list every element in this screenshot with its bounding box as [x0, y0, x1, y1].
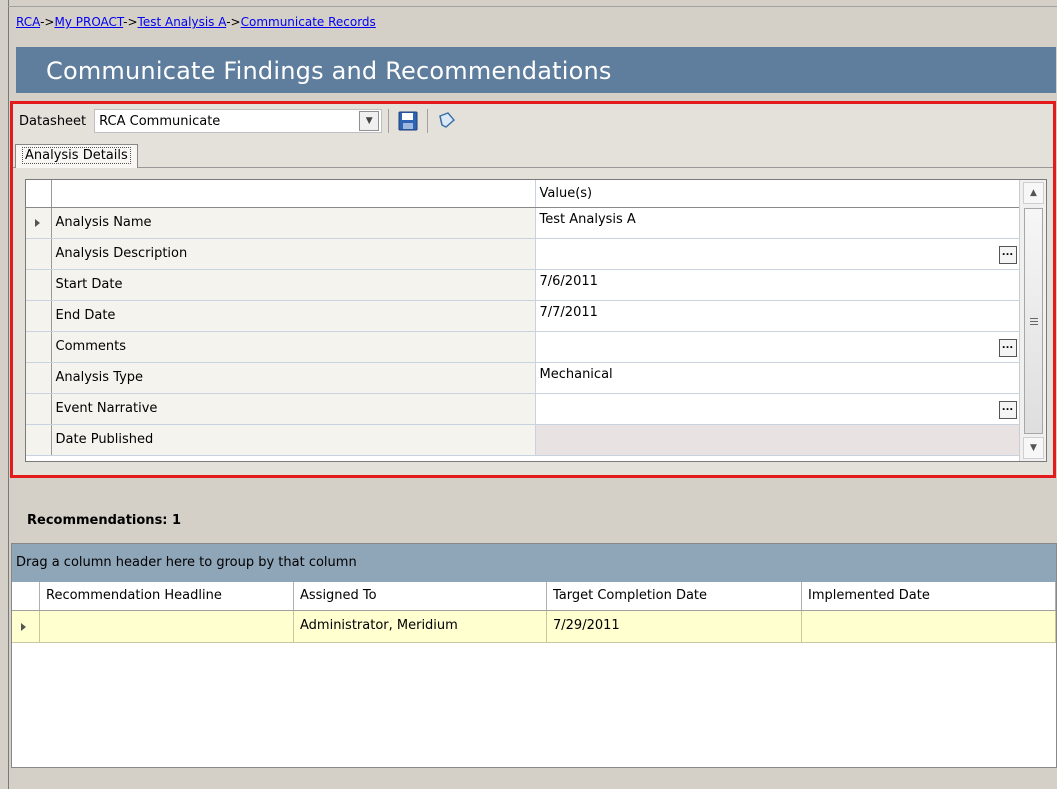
- table-row[interactable]: Administrator, Meridium 7/29/2011: [12, 611, 1056, 643]
- row-selector[interactable]: [12, 611, 40, 642]
- breadcrumb-separator: ->: [226, 15, 241, 29]
- row-selector-header: [12, 582, 40, 610]
- breadcrumb-link-communicate-records[interactable]: Communicate Records: [241, 15, 376, 29]
- breadcrumb-link-my-proact[interactable]: My PROACT: [54, 15, 123, 29]
- group-by-area[interactable]: Drag a column header here to group by th…: [12, 544, 1056, 582]
- breadcrumb-link-rca[interactable]: RCA: [16, 15, 40, 29]
- window-left-border: [8, 0, 9, 789]
- window-top-border: [8, 6, 1057, 7]
- column-header-target-date[interactable]: Target Completion Date: [547, 582, 802, 610]
- column-header-implemented-date[interactable]: Implemented Date: [802, 582, 1056, 610]
- recommendations-header-row: Recommendation Headline Assigned To Targ…: [12, 582, 1056, 611]
- highlight-frame: [10, 101, 1056, 478]
- column-header-assigned-to[interactable]: Assigned To: [294, 582, 547, 610]
- cell-implemented-date[interactable]: [802, 611, 1056, 642]
- cell-assigned-to[interactable]: Administrator, Meridium: [294, 611, 547, 642]
- recommendations-grid: Drag a column header here to group by th…: [11, 543, 1057, 768]
- page-title: Communicate Findings and Recommendations: [16, 47, 1056, 93]
- breadcrumb-separator: ->: [40, 15, 55, 29]
- recommendations-title: Recommendations: 1: [27, 513, 182, 528]
- breadcrumb: RCA->My PROACT->Test Analysis A->Communi…: [16, 15, 376, 29]
- cell-target-date[interactable]: 7/29/2011: [547, 611, 802, 642]
- column-header-headline[interactable]: Recommendation Headline: [40, 582, 294, 610]
- breadcrumb-separator: ->: [123, 15, 138, 29]
- breadcrumb-link-test-analysis[interactable]: Test Analysis A: [138, 15, 227, 29]
- cell-headline[interactable]: [40, 611, 294, 642]
